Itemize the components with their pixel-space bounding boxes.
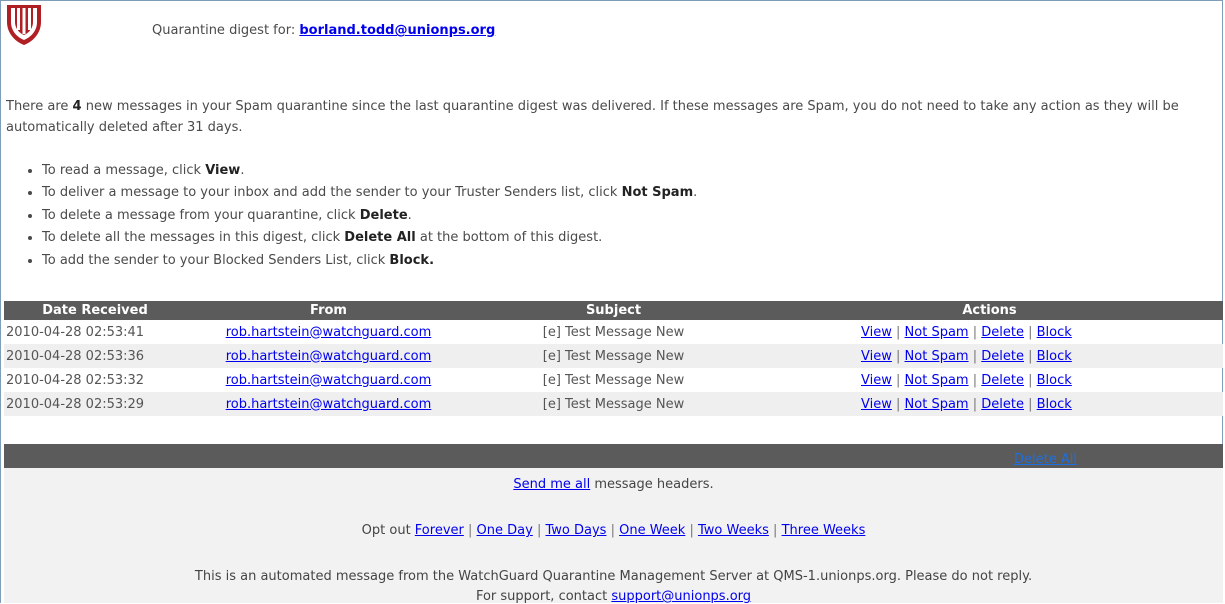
sender-email-link[interactable]: rob.hartstein@watchguard.com bbox=[226, 373, 432, 388]
subject-cell: [e] Test Message New bbox=[542, 372, 685, 388]
view-link[interactable]: View bbox=[861, 325, 892, 340]
view-link[interactable]: View bbox=[861, 373, 892, 388]
opt-out-label: Opt out bbox=[361, 523, 415, 538]
digest-header: Quarantine digest for: borland.todd@unio… bbox=[6, 4, 1206, 48]
date-received-cell: 2010-04-28 02:53:36 bbox=[4, 344, 186, 368]
subject-cell: [e] Test Message New bbox=[471, 392, 756, 416]
opt-out-one-week-link[interactable]: One Week bbox=[619, 523, 685, 538]
not-spam-link[interactable]: Not Spam bbox=[905, 325, 969, 340]
support-email-link[interactable]: support@unionps.org bbox=[611, 589, 751, 604]
date-received-cell: 2010-04-28 02:53:32 bbox=[6, 372, 145, 388]
actions-cell: View | Not Spam | Delete | Block bbox=[861, 372, 1072, 388]
block-link[interactable]: Block bbox=[1037, 397, 1072, 412]
intro-text-start: There are bbox=[6, 99, 73, 114]
not-spam-link[interactable]: Not Spam bbox=[905, 349, 969, 364]
instruction-item: To read a message, click View. bbox=[42, 160, 697, 182]
send-me-all-link[interactable]: Send me all bbox=[513, 477, 590, 492]
logo-icon bbox=[7, 5, 41, 45]
opt-out-line: Opt out Forever | One Day | Two Days | O… bbox=[361, 523, 866, 538]
opt-out-three-weeks-link[interactable]: Three Weeks bbox=[782, 523, 866, 538]
date-received-cell: 2010-04-28 02:53:41 bbox=[6, 324, 145, 340]
column-header-subject: Subject bbox=[471, 301, 756, 320]
delete-link[interactable]: Delete bbox=[981, 325, 1024, 340]
subject-cell: [e] Test Message New bbox=[542, 324, 685, 340]
intro-text-end: new messages in your Spam quarantine sin… bbox=[6, 99, 1179, 135]
block-link[interactable]: Block bbox=[1037, 349, 1072, 364]
digest-label: Quarantine digest for: bbox=[152, 23, 296, 38]
digest-recipient-line: Quarantine digest for: borland.todd@unio… bbox=[152, 23, 495, 38]
from-cell: rob.hartstein@watchguard.com bbox=[186, 392, 471, 416]
table-row: 2010-04-28 02:53:32 rob.hartstein@watchg… bbox=[4, 368, 1223, 392]
delete-all-link[interactable]: Delete All bbox=[1014, 452, 1077, 467]
column-header-date: Date Received bbox=[4, 301, 186, 320]
from-cell: rob.hartstein@watchguard.com bbox=[186, 320, 471, 344]
instruction-item: To delete all the messages in this diges… bbox=[42, 227, 697, 249]
actions-cell: View | Not Spam | Delete | Block bbox=[756, 344, 1223, 368]
message-count: 4 bbox=[72, 99, 82, 114]
actions-cell: View | Not Spam | Delete | Block bbox=[756, 392, 1223, 416]
instructions-list: To read a message, click View. To delive… bbox=[0, 160, 697, 272]
date-received-cell: 2010-04-28 02:53:29 bbox=[4, 392, 186, 416]
actions-cell: View | Not Spam | Delete | Block bbox=[861, 324, 1072, 340]
sender-email-link[interactable]: rob.hartstein@watchguard.com bbox=[226, 349, 432, 364]
opt-out-one-day-link[interactable]: One Day bbox=[477, 523, 533, 538]
opt-out-two-weeks-link[interactable]: Two Weeks bbox=[698, 523, 769, 538]
table-row: 2010-04-28 02:53:36 rob.hartstein@watchg… bbox=[4, 344, 1223, 368]
table-row: 2010-04-28 02:53:29 rob.hartstein@watchg… bbox=[4, 392, 1223, 416]
opt-out-two-days-link[interactable]: Two Days bbox=[545, 523, 606, 538]
block-link[interactable]: Block bbox=[1037, 325, 1072, 340]
sender-email-link[interactable]: rob.hartstein@watchguard.com bbox=[226, 325, 432, 340]
delete-link[interactable]: Delete bbox=[981, 397, 1024, 412]
sender-email-link[interactable]: rob.hartstein@watchguard.com bbox=[226, 397, 432, 412]
quarantine-messages-table: Date Received From Subject Actions 2010-… bbox=[4, 301, 1223, 416]
digest-footer: Send me all message headers. Opt out For… bbox=[4, 468, 1223, 604]
recipient-email-link[interactable]: borland.todd@unionps.org bbox=[299, 23, 495, 38]
delete-link[interactable]: Delete bbox=[981, 373, 1024, 388]
block-link[interactable]: Block bbox=[1037, 373, 1072, 388]
table-header-row: Date Received From Subject Actions bbox=[4, 301, 1223, 320]
subject-cell: [e] Test Message New bbox=[471, 344, 756, 368]
not-spam-link[interactable]: Not Spam bbox=[905, 373, 969, 388]
not-spam-link[interactable]: Not Spam bbox=[905, 397, 969, 412]
view-link[interactable]: View bbox=[861, 397, 892, 412]
table-footer-bar: Delete All bbox=[4, 444, 1223, 468]
intro-paragraph: There are 4 new messages in your Spam qu… bbox=[6, 96, 1216, 138]
automated-notice: This is an automated message from the Wa… bbox=[194, 569, 1033, 584]
send-headers-line: Send me all message headers. bbox=[513, 477, 714, 492]
instruction-item: To deliver a message to your inbox and a… bbox=[42, 182, 697, 204]
from-cell: rob.hartstein@watchguard.com bbox=[186, 368, 471, 392]
view-link[interactable]: View bbox=[861, 349, 892, 364]
support-line: For support, contact support@unionps.org bbox=[475, 589, 752, 604]
delete-link[interactable]: Delete bbox=[981, 349, 1024, 364]
instruction-item: To add the sender to your Blocked Sender… bbox=[42, 250, 697, 272]
column-header-from: From bbox=[186, 301, 471, 320]
opt-out-forever-link[interactable]: Forever bbox=[415, 523, 464, 538]
instruction-item: To delete a message from your quarantine… bbox=[42, 205, 697, 227]
table-row: 2010-04-28 02:53:41 rob.hartstein@watchg… bbox=[4, 320, 1223, 344]
column-header-actions: Actions bbox=[756, 301, 1223, 320]
from-cell: rob.hartstein@watchguard.com bbox=[186, 344, 471, 368]
